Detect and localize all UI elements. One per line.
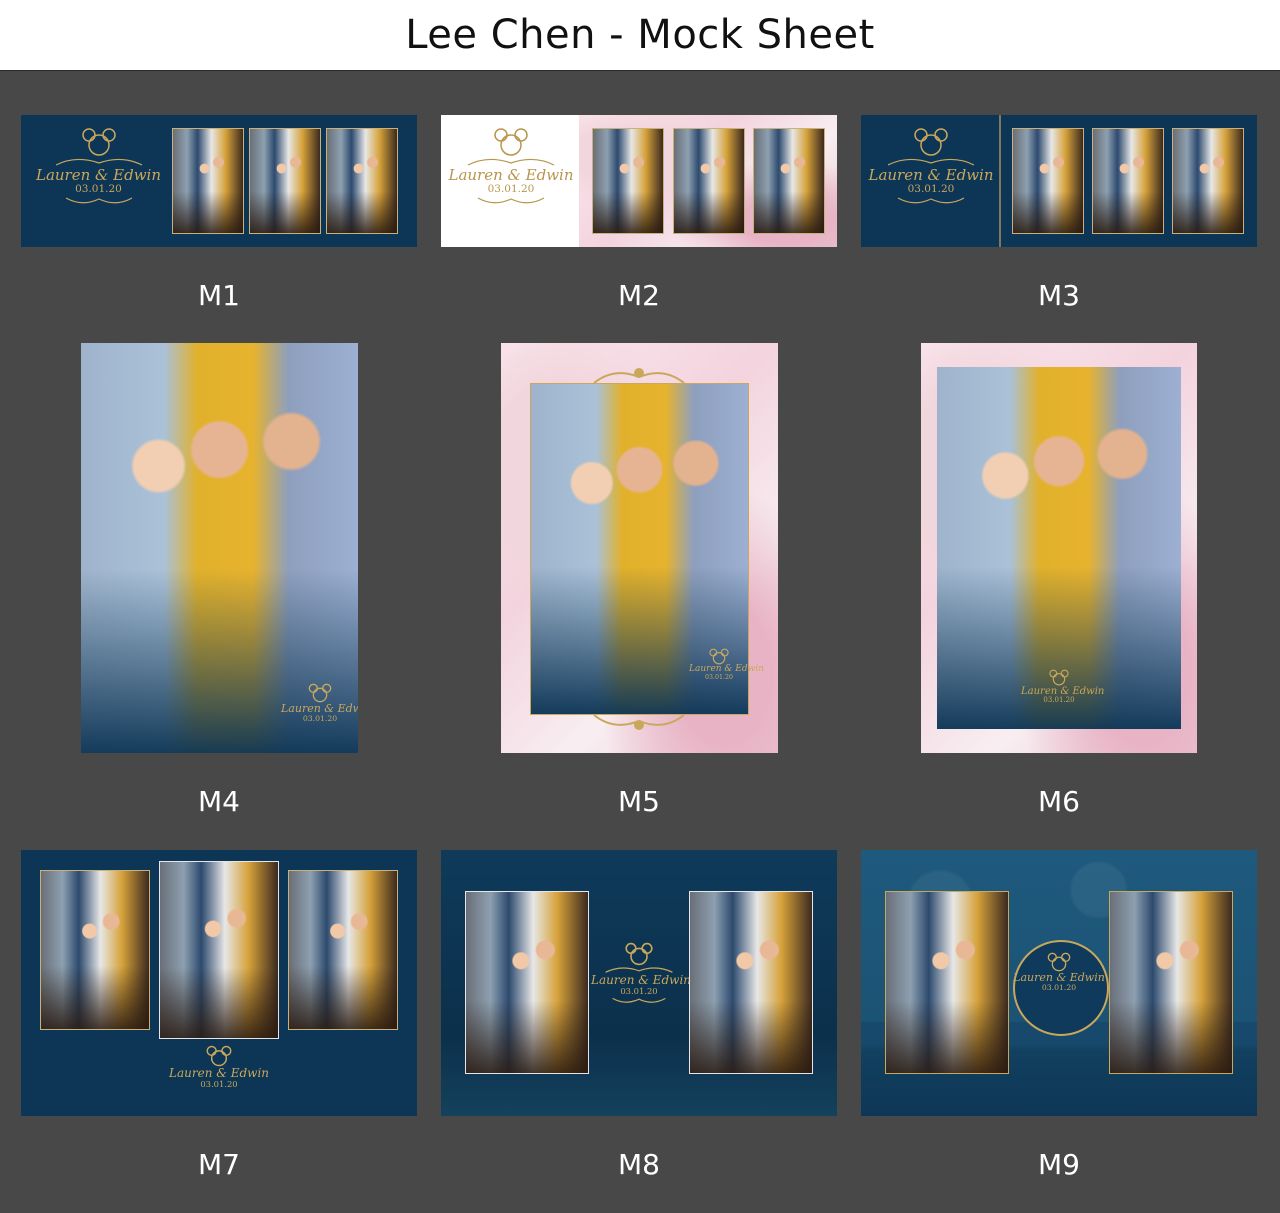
strip-photo bbox=[753, 128, 825, 234]
strip-photo bbox=[673, 128, 745, 234]
event-date: 03.01.20 bbox=[487, 182, 535, 195]
mock-m8-card[interactable]: Lauren & Edwin 03.01.20 bbox=[441, 850, 837, 1116]
couple-logo: Lauren & Edwin 03.01.20 bbox=[31, 127, 166, 205]
ornament-crest-bottom-icon bbox=[593, 714, 685, 730]
mouse-monogram-icon bbox=[494, 128, 528, 156]
page-header: Lee Chen - Mock Sheet bbox=[0, 0, 1280, 71]
event-date: 03.01.20 bbox=[704, 673, 734, 681]
mouse-monogram-icon bbox=[206, 1045, 232, 1067]
couple-logo: Lauren & Edwin 03.01.20 bbox=[591, 942, 691, 1004]
strip-photo bbox=[465, 891, 589, 1074]
mock-label: M1 bbox=[198, 279, 240, 312]
couple-logo: Lauren & Edwin 03.01.20 bbox=[866, 127, 996, 205]
strip-photo bbox=[172, 128, 244, 234]
couple-logo: Lauren & Edwin 03.01.20 bbox=[689, 648, 764, 682]
mock-m3-card[interactable]: Lauren & Edwin 03.01.20 bbox=[861, 115, 1257, 247]
couple-names: Lauren & Edwin bbox=[448, 166, 574, 184]
mouse-monogram-icon bbox=[81, 128, 116, 156]
event-date: 03.01.20 bbox=[907, 182, 955, 195]
couple-names: Lauren & Edwin bbox=[35, 166, 161, 184]
mouse-monogram-icon bbox=[308, 683, 332, 703]
mock-label: M7 bbox=[198, 1148, 240, 1181]
couple-names: Lauren & Edwin bbox=[868, 166, 994, 184]
strip-photo bbox=[288, 870, 398, 1030]
ornament-bottom-icon bbox=[612, 998, 666, 1004]
strip-photo bbox=[1092, 128, 1164, 234]
event-date: 03.01.20 bbox=[1041, 983, 1077, 993]
mouse-monogram-icon bbox=[709, 648, 729, 665]
event-date: 03.01.20 bbox=[1043, 696, 1075, 704]
ornament-bottom-icon bbox=[897, 197, 965, 204]
strip-photo bbox=[1172, 128, 1244, 234]
mock-label: M6 bbox=[1038, 785, 1080, 818]
strip-photo bbox=[40, 870, 150, 1030]
mock-m6-card[interactable]: Lauren & Edwin 03.01.20 bbox=[921, 343, 1197, 753]
strip-photo bbox=[1012, 128, 1084, 234]
mouse-monogram-icon bbox=[914, 128, 948, 156]
event-date: 03.01.20 bbox=[302, 714, 338, 724]
couple-logo: Lauren & Edwin 03.01.20 bbox=[169, 1045, 269, 1089]
mock-m1-card[interactable]: Lauren & Edwin 03.01.20 bbox=[21, 115, 417, 247]
mock-label: M5 bbox=[618, 785, 660, 818]
couple-logo: Lauren & Edwin 03.01.20 bbox=[1021, 669, 1104, 705]
strip-photo bbox=[326, 128, 398, 234]
strip-photo-featured bbox=[159, 861, 279, 1039]
mock-m9-card[interactable]: Lauren & Edwin 03.01.20 bbox=[861, 850, 1257, 1116]
ornament-bottom-icon bbox=[65, 197, 132, 204]
mock-m7-card[interactable]: Lauren & Edwin 03.01.20 bbox=[21, 850, 417, 1116]
mock-label: M9 bbox=[1038, 1148, 1080, 1181]
mouse-monogram-icon bbox=[1049, 669, 1069, 686]
mock-label: M3 bbox=[1038, 279, 1080, 312]
event-date: 03.01.20 bbox=[200, 1079, 238, 1090]
event-date: 03.01.20 bbox=[620, 986, 658, 997]
mock-label: M8 bbox=[618, 1148, 660, 1181]
couple-logo: Lauren & Edwin 03.01.20 bbox=[1013, 952, 1105, 993]
strip-photo bbox=[592, 128, 664, 234]
mouse-monogram-icon bbox=[625, 942, 653, 966]
divider-line bbox=[999, 115, 1001, 247]
strip-photo bbox=[885, 891, 1009, 1074]
page-title: Lee Chen - Mock Sheet bbox=[405, 12, 875, 58]
ornament-bottom-icon bbox=[477, 197, 545, 204]
mouse-monogram-icon bbox=[1047, 952, 1071, 972]
mock-label: M4 bbox=[198, 785, 240, 818]
mock-m4-card[interactable]: Lauren & Edwin 03.01.20 bbox=[81, 343, 358, 753]
event-date: 03.01.20 bbox=[75, 182, 122, 195]
mock-label: M2 bbox=[618, 279, 660, 312]
couple-logo: Lauren & Edwin 03.01.20 bbox=[446, 127, 576, 205]
strip-photo bbox=[1109, 891, 1233, 1074]
mock-m5-card[interactable]: Lauren & Edwin 03.01.20 bbox=[501, 343, 778, 753]
strip-photo bbox=[689, 891, 813, 1074]
strip-photo bbox=[249, 128, 321, 234]
mock-m2-card[interactable]: Lauren & Edwin 03.01.20 bbox=[441, 115, 837, 247]
couple-logo: Lauren & Edwin 03.01.20 bbox=[281, 683, 358, 724]
